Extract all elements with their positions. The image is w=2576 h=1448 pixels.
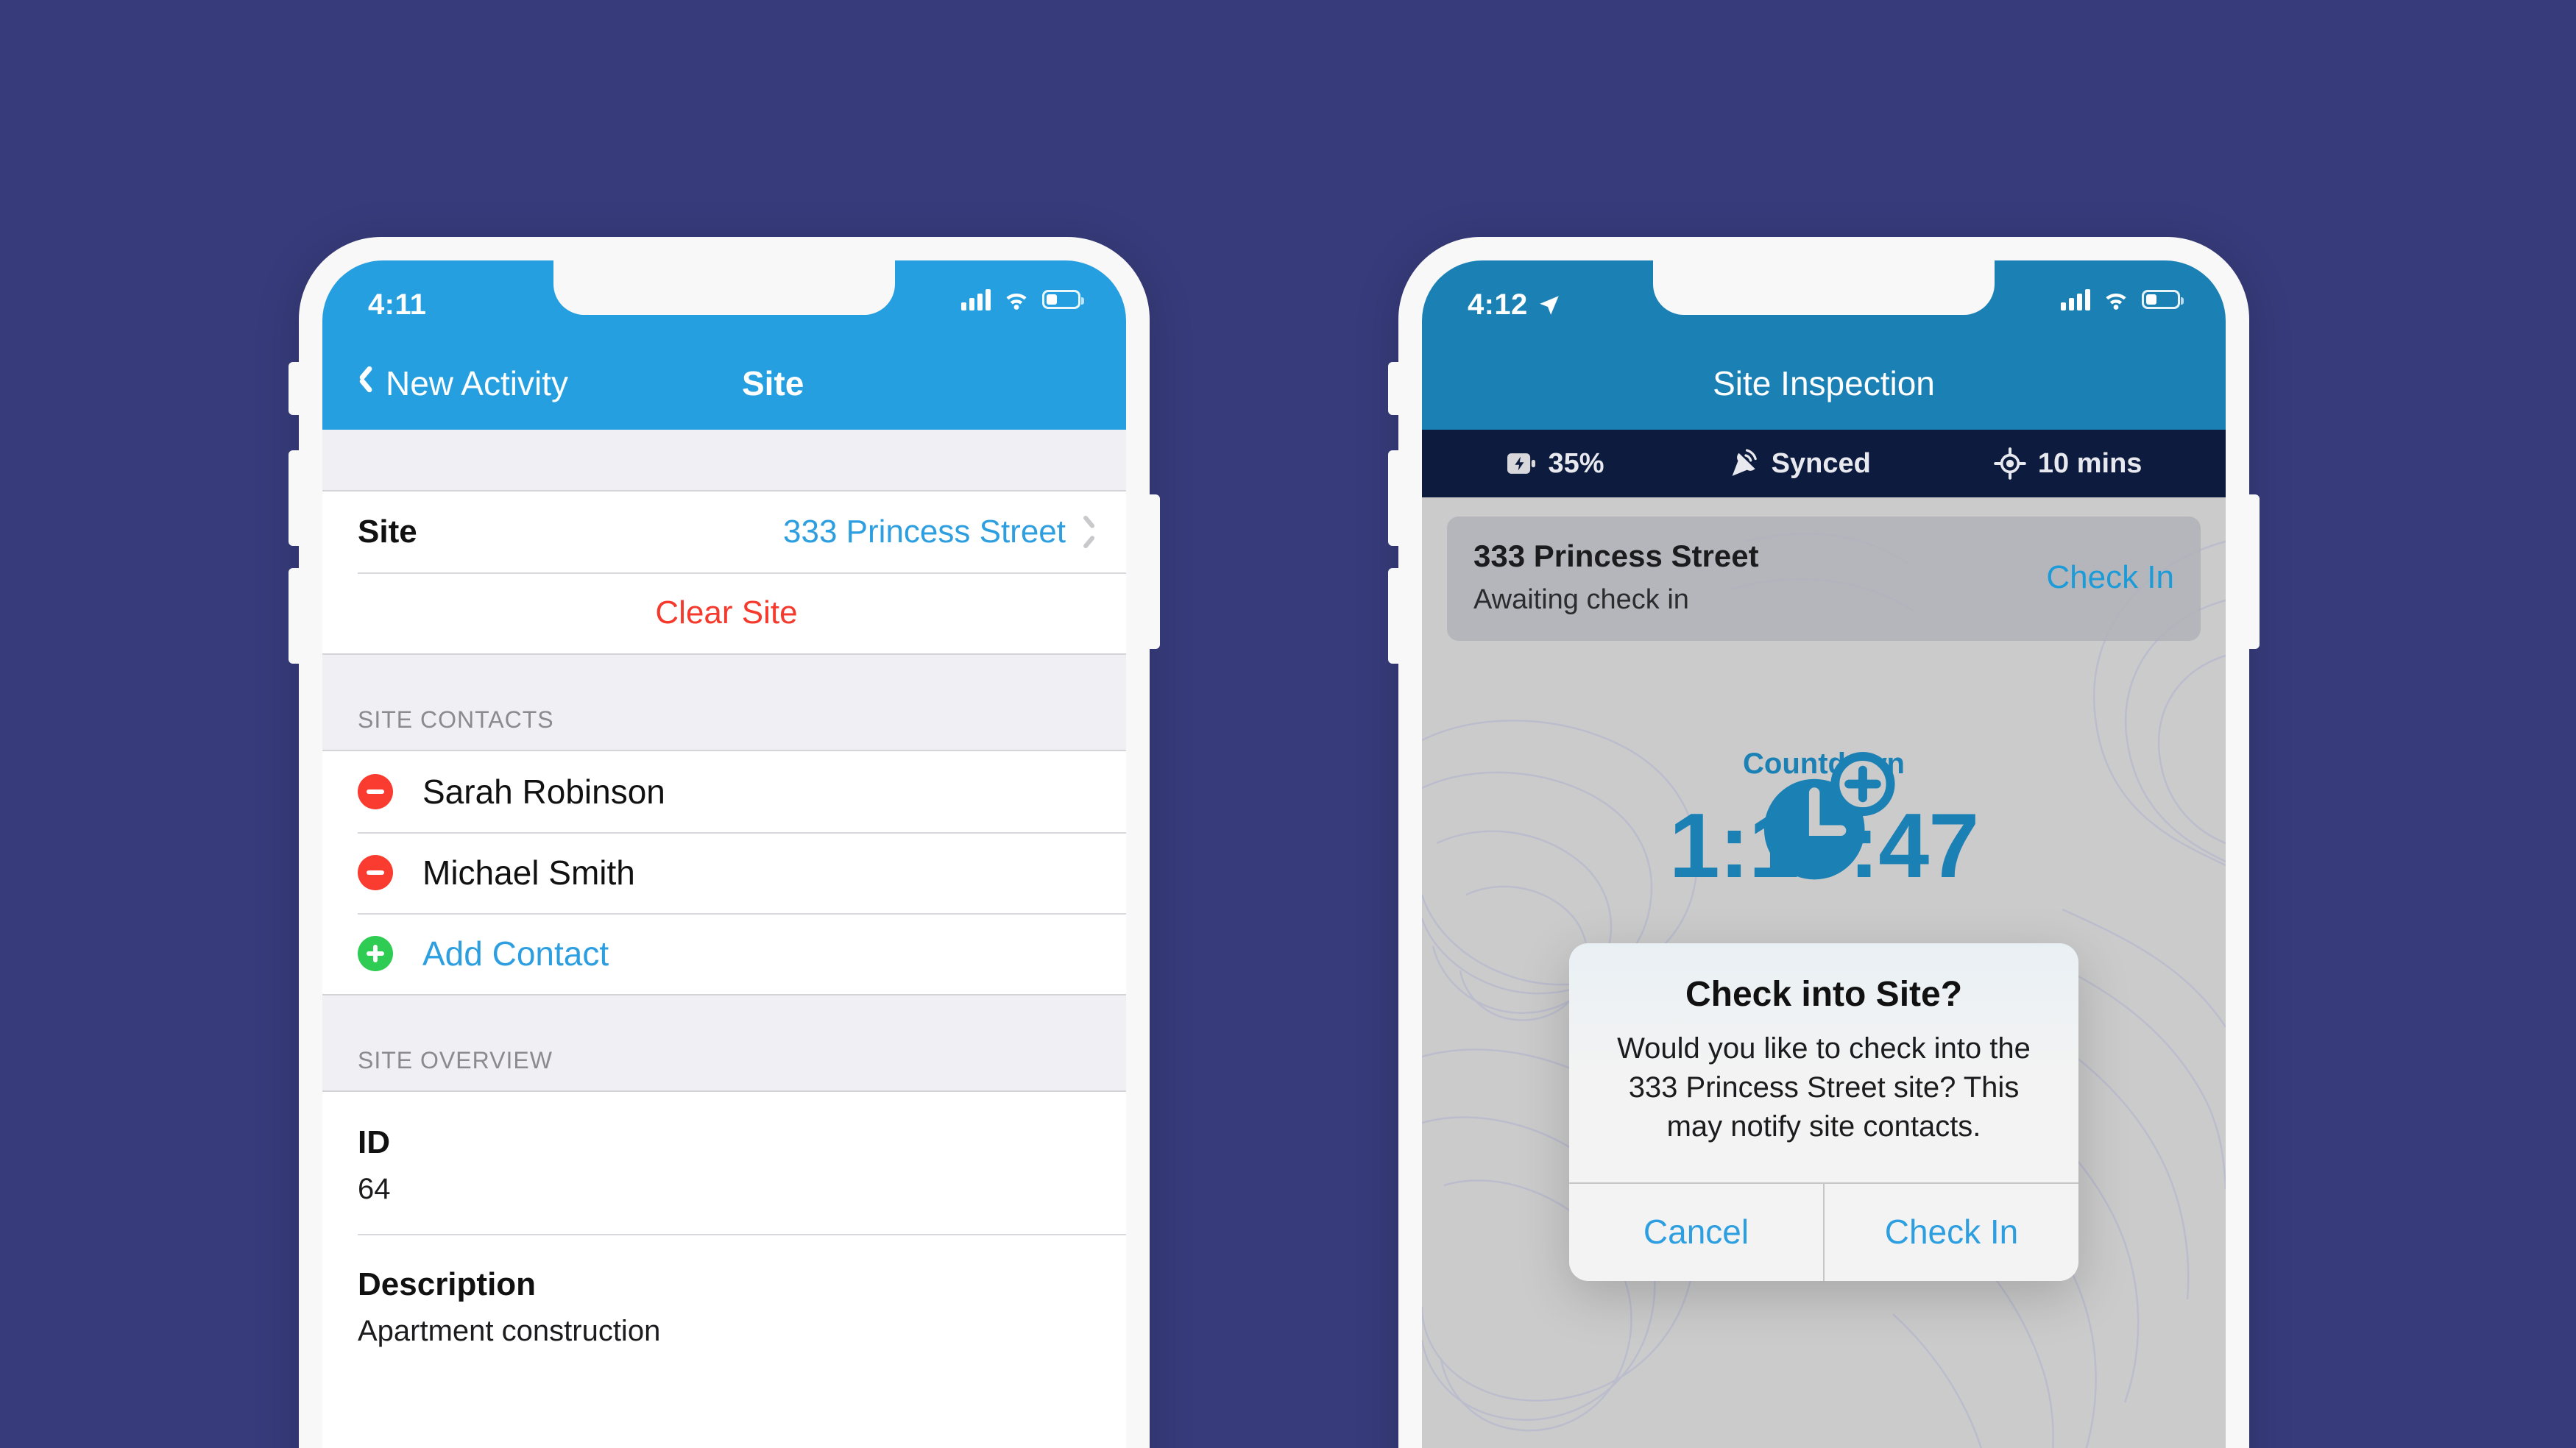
add-contact-icon[interactable]: [358, 936, 393, 971]
field-label: Description: [358, 1266, 537, 1302]
device-notch: [1653, 260, 1995, 315]
site-check-in-card[interactable]: 333 Princess Street Awaiting check in Ch…: [1447, 517, 2201, 641]
strip-label: 10 mins: [2037, 447, 2142, 479]
chevron-right-icon: [1082, 520, 1095, 544]
site-card-text: 333 Princess Street Awaiting check in: [1473, 539, 1759, 616]
overview-field-id: ID 64: [322, 1092, 1126, 1234]
back-label: New Activity: [386, 364, 568, 402]
field-label: ID: [358, 1124, 390, 1160]
confirm-check-in-button[interactable]: Check In: [1823, 1184, 2078, 1282]
clock-plus-icon: [1763, 751, 1895, 880]
phone-device-right: 4:12 Site Inspection 35% Synced 10 mins …: [1388, 237, 2260, 1448]
volume-down-button[interactable]: [1388, 568, 1400, 664]
page-title: Site: [742, 364, 804, 402]
status-bar-left: 4:11: [322, 260, 1126, 337]
list-top-spacer: [322, 430, 1126, 491]
status-time: 4:12: [1468, 288, 1528, 321]
power-button[interactable]: [1148, 494, 1160, 649]
alert-title: Check into Site?: [1685, 975, 1963, 1014]
check-in-link[interactable]: Check In: [2046, 559, 2174, 596]
remove-contact-icon[interactable]: [358, 855, 393, 890]
volume-up-button[interactable]: [289, 450, 300, 546]
site-row[interactable]: Site 333 Princess Street: [322, 491, 1126, 572]
countdown-section: Countdown 1:10:47: [1422, 748, 2226, 898]
device-notch: [553, 260, 895, 315]
status-strip: 35% Synced 10 mins: [1422, 430, 2226, 497]
status-time-group: 4:11: [368, 288, 426, 322]
section-header-site-overview: SITE OVERVIEW: [322, 994, 1126, 1092]
add-contact-label: Add Contact: [422, 934, 609, 973]
strip-label: Synced: [1771, 447, 1871, 479]
silent-switch-button[interactable]: [289, 362, 300, 415]
power-button[interactable]: [2248, 494, 2260, 649]
add-contact-row[interactable]: Add Contact: [322, 913, 1126, 994]
battery-bolt-icon: [1507, 453, 1535, 474]
section-header-site-contacts: SITE CONTACTS: [322, 653, 1126, 751]
status-indicators: [961, 288, 1084, 310]
strip-item-battery[interactable]: 35%: [1506, 448, 1604, 480]
navbar-right: Site Inspection: [1422, 337, 2226, 430]
battery-icon: [1042, 290, 1084, 309]
page-title: Site Inspection: [1713, 364, 1935, 402]
clear-site-label: Clear Site: [655, 595, 798, 631]
cancel-button[interactable]: Cancel: [1569, 1184, 1823, 1281]
status-time-group: 4:12: [1468, 288, 1562, 322]
navbar-left: New Activity Site: [322, 337, 1126, 430]
field-value: 64: [358, 1173, 391, 1205]
strip-label: 35%: [1548, 447, 1604, 479]
site-row-value: 333 Princess Street: [783, 514, 1066, 550]
alert-message: Would you like to check into the 333 Pri…: [1617, 1032, 2031, 1143]
wifi-icon: [2106, 294, 2126, 310]
countdown-header: Countdown: [1422, 748, 2226, 880]
site-card-title: 333 Princess Street: [1473, 539, 1759, 573]
remove-contact-icon[interactable]: [358, 774, 393, 809]
strip-item-sync[interactable]: Synced: [1727, 447, 1871, 480]
chevron-left-icon: [358, 369, 375, 398]
strip-item-location[interactable]: 10 mins: [1994, 447, 2142, 480]
wifi-icon: [1006, 294, 1027, 310]
check-in-alert-dialog: Check into Site? Would you like to check…: [1569, 943, 2078, 1282]
satellite-icon: [1732, 449, 1757, 476]
overview-list: ID 64 Description Apartment construction: [322, 1092, 1126, 1376]
site-section: Site 333 Princess Street Clear Site: [322, 491, 1126, 653]
list-item[interactable]: Sarah Robinson: [322, 751, 1126, 832]
screen-left: 4:11 New Activity Site Site 333 Princess…: [322, 260, 1126, 1448]
site-card-subtitle: Awaiting check in: [1473, 584, 1689, 615]
contact-name: Michael Smith: [422, 853, 635, 892]
field-value: Apartment construction: [358, 1315, 661, 1347]
screen-right: 4:12 Site Inspection 35% Synced 10 mins …: [1422, 260, 2226, 1448]
volume-down-button[interactable]: [289, 568, 300, 664]
clear-site-button[interactable]: Clear Site: [322, 572, 1126, 653]
status-bar-right: 4:12: [1422, 260, 2226, 337]
location-target-icon: [1994, 447, 2026, 480]
overview-field-description: Description Apartment construction: [322, 1234, 1126, 1376]
cellular-signal-icon: [961, 288, 991, 310]
list-item[interactable]: Michael Smith: [322, 832, 1126, 913]
alert-actions: Cancel Check In: [1569, 1182, 2078, 1282]
battery-icon: [2142, 290, 2184, 309]
site-map[interactable]: 333 Princess Street Awaiting check in Ch…: [1422, 497, 2226, 1448]
status-indicators: [2061, 288, 2184, 310]
cellular-signal-icon: [2061, 288, 2090, 310]
alert-body: Check into Site? Would you like to check…: [1569, 943, 2078, 1182]
status-time: 4:11: [368, 288, 427, 321]
contact-name: Sarah Robinson: [422, 773, 665, 811]
back-button[interactable]: New Activity: [322, 363, 568, 403]
silent-switch-button[interactable]: [1388, 362, 1400, 415]
site-row-label: Site: [358, 514, 417, 550]
phone-device-left: 4:11 New Activity Site Site 333 Princess…: [289, 237, 1160, 1448]
volume-up-button[interactable]: [1388, 450, 1400, 546]
contacts-list: Sarah Robinson Michael Smith Add Contact: [322, 751, 1126, 994]
location-arrow-icon: [1539, 295, 1559, 315]
